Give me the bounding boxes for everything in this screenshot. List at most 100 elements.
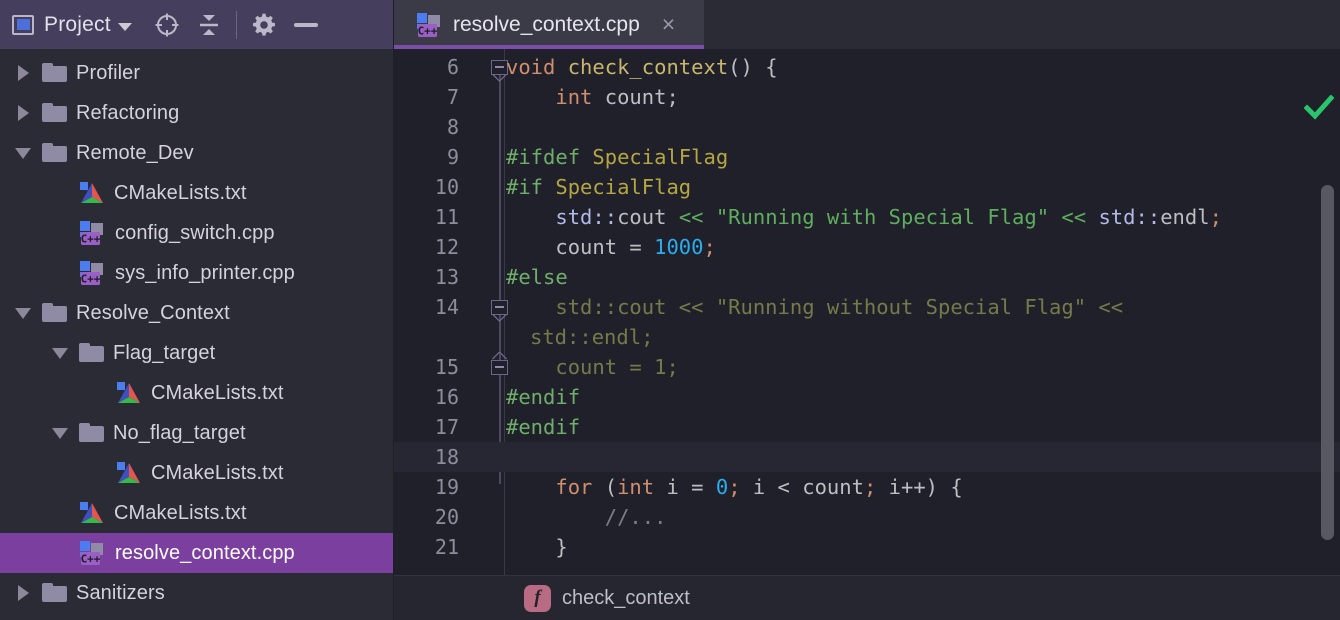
- hide-panel-button[interactable]: [285, 5, 327, 45]
- triangle-down-icon[interactable]: [49, 413, 71, 453]
- tree-item-cmakelists-txt[interactable]: CMakeLists.txt: [0, 373, 393, 413]
- tree-item-sanitizers[interactable]: Sanitizers: [0, 573, 393, 613]
- line-number[interactable]: 14: [394, 292, 459, 322]
- line-number[interactable]: 12: [394, 232, 459, 262]
- code-line-text[interactable]: for (int i = 0; i < count; i++) {: [506, 472, 963, 502]
- line-number[interactable]: 19: [394, 472, 459, 502]
- code-token: [506, 205, 555, 229]
- close-icon[interactable]: ×: [662, 13, 675, 36]
- tree-item-config-switch-cpp[interactable]: C++config_switch.cpp: [0, 213, 393, 253]
- tree-item-refactoring[interactable]: Refactoring: [0, 93, 393, 133]
- code-line-text[interactable]: #if SpecialFlag: [506, 172, 691, 202]
- code-line-text[interactable]: #endif: [506, 382, 580, 412]
- tree-item-profiler[interactable]: Profiler: [0, 53, 393, 93]
- tree-item-label: Refactoring: [76, 102, 179, 125]
- code-token: () {: [728, 55, 777, 79]
- tree-item-no-flag-target[interactable]: No_flag_target: [0, 413, 393, 453]
- code-line-text[interactable]: std::cout << "Running without Special Fl…: [506, 292, 1123, 322]
- code-line-text[interactable]: #endif: [506, 412, 580, 442]
- code-token: count;: [605, 85, 679, 109]
- code-token: endl: [1160, 205, 1209, 229]
- folder-icon: [79, 423, 104, 444]
- cmake-icon: [116, 381, 142, 405]
- line-number[interactable]: 10: [394, 172, 459, 202]
- cpp-file-icon: C++: [79, 220, 106, 246]
- green-checkmark-icon[interactable]: [1304, 95, 1334, 121]
- line-number[interactable]: 16: [394, 382, 459, 412]
- tab-resolve-context-cpp[interactable]: C++ resolve_context.cpp ×: [394, 0, 704, 49]
- line-number[interactable]: 7: [394, 82, 459, 112]
- tree-item-icon: [79, 423, 104, 444]
- triangle-right-icon[interactable]: [12, 93, 34, 133]
- tree-item-cmakelists-txt[interactable]: CMakeLists.txt: [0, 173, 393, 213]
- tree-item-icon: [42, 143, 67, 164]
- locate-target-button[interactable]: [146, 5, 188, 45]
- tree-item-label: No_flag_target: [113, 422, 246, 445]
- code-line-text[interactable]: #ifdef SpecialFlag: [506, 142, 728, 172]
- code-token: check_context: [568, 55, 728, 79]
- code-token: ;: [864, 475, 876, 499]
- tree-item-resolve-context-cpp[interactable]: C++resolve_context.cpp: [0, 533, 393, 573]
- tree-twisty-spacer: [86, 453, 108, 493]
- line-number[interactable]: 15: [394, 352, 459, 382]
- folder-icon: [42, 303, 67, 324]
- ide-window: Project: [0, 0, 1340, 620]
- code-line-text[interactable]: //...: [506, 502, 666, 532]
- tree-item-label: CMakeLists.txt: [114, 182, 247, 205]
- code-line-text[interactable]: std::endl;: [530, 322, 653, 352]
- line-number[interactable]: 18: [394, 442, 459, 472]
- code-line-text[interactable]: int count;: [506, 82, 679, 112]
- tree-item-sys-info-printer-cpp[interactable]: C++sys_info_printer.cpp: [0, 253, 393, 293]
- line-number[interactable]: 8: [394, 112, 459, 142]
- code-token: ;: [704, 235, 716, 259]
- code-token: [506, 235, 555, 259]
- code-token: #endif: [506, 385, 580, 409]
- triangle-down-icon[interactable]: [12, 293, 34, 333]
- code-line-text[interactable]: }: [506, 532, 568, 562]
- code-token: std::endl;: [530, 325, 653, 349]
- tree-item-resolve-context[interactable]: Resolve_Context: [0, 293, 393, 333]
- tree-item-remote-dev[interactable]: Remote_Dev: [0, 133, 393, 173]
- cmake-icon: [79, 181, 105, 205]
- tree-item-icon: C++: [79, 540, 106, 566]
- triangle-down-icon[interactable]: [12, 133, 34, 173]
- breadcrumb-function-name[interactable]: check_context: [562, 587, 690, 610]
- triangle-right-icon[interactable]: [12, 53, 34, 93]
- svg-text:C++: C++: [81, 233, 101, 246]
- code-editor[interactable]: 6 void check_context() { 7 int count; 89 #if…: [394, 49, 1340, 575]
- tree-item-cmakelists-txt[interactable]: CMakeLists.txt: [0, 493, 393, 533]
- project-tree[interactable]: Profiler Refactoring Remote_Dev CMakeLists.…: [0, 49, 393, 620]
- chevron-down-icon[interactable]: [118, 23, 132, 31]
- code-token: #else: [506, 265, 568, 289]
- gutter-divider: [504, 49, 505, 575]
- line-number[interactable]: 17: [394, 412, 459, 442]
- line-number[interactable]: 13: [394, 262, 459, 292]
- project-toolbar: Project: [0, 0, 393, 49]
- code-line-text[interactable]: count = 1;: [506, 352, 679, 382]
- line-number[interactable]: 9: [394, 142, 459, 172]
- code-token: 1000: [654, 235, 703, 259]
- vertical-scrollbar[interactable]: [1321, 185, 1334, 540]
- editor-area: C++ resolve_context.cpp × 6 void check_co…: [394, 0, 1340, 620]
- svg-text:C++: C++: [81, 553, 101, 566]
- triangle-down-icon[interactable]: [49, 333, 71, 373]
- triangle-right-icon[interactable]: [12, 573, 34, 613]
- line-number[interactable]: 11: [394, 202, 459, 232]
- tree-item-cmakelists-txt[interactable]: CMakeLists.txt: [0, 453, 393, 493]
- gear-icon: [251, 12, 277, 38]
- tree-twisty-spacer: [49, 173, 71, 213]
- tree-twisty-spacer: [49, 213, 71, 253]
- code-line-text[interactable]: #else: [506, 262, 568, 292]
- settings-button[interactable]: [243, 5, 285, 45]
- line-number[interactable]: 21: [394, 532, 459, 562]
- code-line-text[interactable]: std::cout << "Running with Special Flag"…: [506, 202, 1222, 232]
- code-line-text[interactable]: void check_context() {: [506, 52, 778, 82]
- tree-item-label: CMakeLists.txt: [151, 382, 284, 405]
- project-window-icon: [12, 15, 34, 35]
- line-number[interactable]: 6: [394, 52, 459, 82]
- tree-item-flag-target[interactable]: Flag_target: [0, 333, 393, 373]
- collapse-all-button[interactable]: [188, 5, 230, 45]
- line-number[interactable]: 20: [394, 502, 459, 532]
- svg-text:C++: C++: [81, 273, 101, 286]
- code-line-text[interactable]: count = 1000;: [506, 232, 716, 262]
